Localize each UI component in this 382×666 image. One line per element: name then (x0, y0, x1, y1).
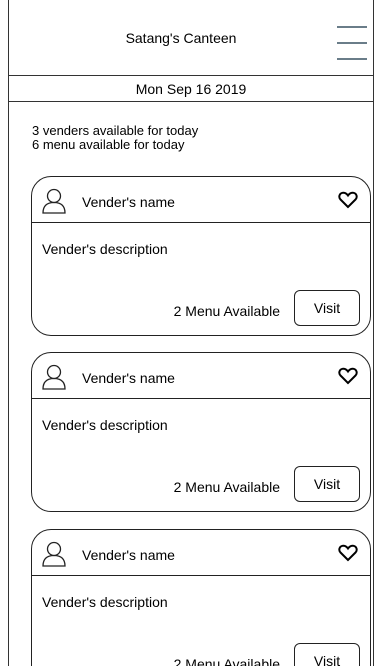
venders-available-text: 3 venders available for today (32, 123, 199, 138)
user-icon (42, 541, 66, 567)
heart-icon[interactable] (338, 191, 358, 209)
menu-available-text: 6 menu available for today (32, 137, 185, 152)
vendor-name: Vender's name (82, 547, 175, 563)
menu-available-count: 2 Menu Available (173, 656, 280, 666)
visit-button[interactable]: Visit (294, 466, 360, 502)
app-title: Satang's Canteen (125, 29, 237, 46)
vendor-description: Vender's description (42, 241, 168, 257)
current-date: Mon Sep 16 2019 (135, 80, 247, 97)
vendor-card-header: Vender's name (32, 530, 370, 576)
vendor-name: Vender's name (82, 194, 175, 210)
menu-available-count: 2 Menu Available (173, 479, 280, 495)
visit-button[interactable]: Visit (294, 290, 360, 326)
vendor-card-header: Vender's name (32, 177, 370, 223)
hamburger-menu-icon[interactable] (337, 26, 367, 62)
heart-icon[interactable] (338, 367, 358, 385)
availability-summary: 3 venders available for today 6 menu ava… (32, 124, 198, 152)
app-header: Satang's Canteen (9, 0, 373, 76)
vendor-card: Vender's name Vender's description 2 Men… (31, 529, 371, 666)
vendor-card: Vender's name Vender's description 2 Men… (31, 352, 371, 512)
date-bar: Mon Sep 16 2019 (9, 76, 373, 102)
vendor-description: Vender's description (42, 594, 168, 610)
vendor-name: Vender's name (82, 370, 175, 386)
user-icon (42, 188, 66, 214)
visit-button[interactable]: Visit (294, 643, 360, 666)
app-screen: Satang's Canteen Mon Sep 16 2019 3 vende… (8, 0, 374, 666)
user-icon (42, 364, 66, 390)
vendor-card: Vender's name Vender's description 2 Men… (31, 176, 371, 336)
vendor-description: Vender's description (42, 417, 168, 433)
heart-icon[interactable] (338, 544, 358, 562)
vendor-card-header: Vender's name (32, 353, 370, 399)
menu-available-count: 2 Menu Available (173, 303, 280, 319)
